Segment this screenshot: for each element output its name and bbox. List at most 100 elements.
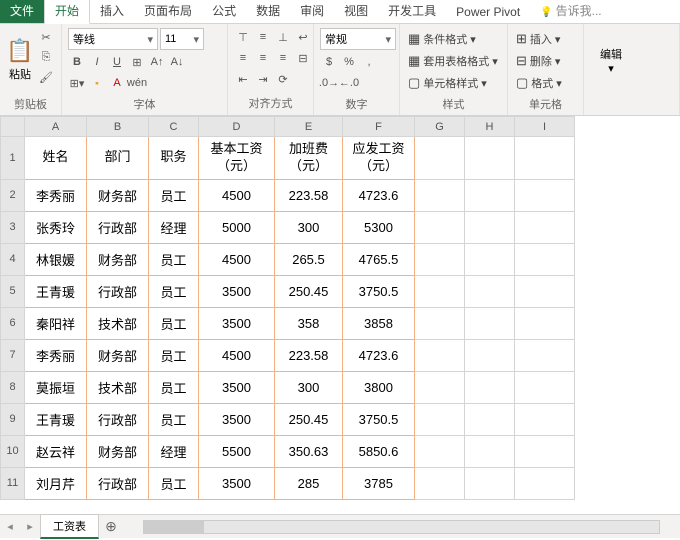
data-cell[interactable]: 3500 <box>199 371 275 403</box>
row-header-3[interactable]: 3 <box>1 211 25 243</box>
cell-style-button[interactable]: ▢单元格样式▾ <box>406 74 489 92</box>
data-cell[interactable]: 行政部 <box>87 403 149 435</box>
data-cell[interactable]: 王青瑗 <box>25 275 87 307</box>
row-header-10[interactable]: 10 <box>1 435 25 467</box>
comma-button[interactable]: , <box>360 53 378 71</box>
data-cell[interactable]: 4723.6 <box>343 179 415 211</box>
font-name-select[interactable]: 等线 <box>68 28 158 50</box>
col-header-C[interactable]: C <box>149 117 199 137</box>
orientation-button[interactable]: ⟳ <box>274 70 292 88</box>
col-header-G[interactable]: G <box>415 117 465 137</box>
data-cell[interactable]: 5850.6 <box>343 435 415 467</box>
data-cell[interactable]: 刘月芹 <box>25 467 87 499</box>
copy-button[interactable]: ⎘ <box>37 48 55 66</box>
tab-file[interactable]: 文件 <box>0 0 44 23</box>
tab-tellme[interactable]: 告诉我... <box>530 0 611 23</box>
data-cell[interactable]: 财务部 <box>87 339 149 371</box>
data-cell[interactable]: 员工 <box>149 307 199 339</box>
data-cell[interactable]: 350.63 <box>275 435 343 467</box>
data-cell[interactable]: 3858 <box>343 307 415 339</box>
align-left-button[interactable]: ≡ <box>234 49 252 67</box>
data-cell[interactable]: 5500 <box>199 435 275 467</box>
data-cell[interactable]: 3500 <box>199 307 275 339</box>
data-cell[interactable]: 赵云祥 <box>25 435 87 467</box>
row-header-6[interactable]: 6 <box>1 307 25 339</box>
bold-button[interactable]: B <box>68 53 86 71</box>
data-cell[interactable]: 250.45 <box>275 403 343 435</box>
data-cell[interactable]: 员工 <box>149 339 199 371</box>
data-cell[interactable]: 3500 <box>199 403 275 435</box>
data-cell[interactable]: 4500 <box>199 179 275 211</box>
row-header-1[interactable]: 1 <box>1 137 25 180</box>
align-right-button[interactable]: ≡ <box>274 49 292 67</box>
sheet-tab-1[interactable]: 工资表 <box>40 514 99 539</box>
insert-cells-button[interactable]: ⊞插入▾ <box>514 30 562 48</box>
data-cell[interactable]: 王青瑗 <box>25 403 87 435</box>
align-bottom-button[interactable]: ⊥ <box>274 28 292 46</box>
header-cell[interactable]: 加班费（元） <box>275 137 343 180</box>
align-middle-button[interactable]: ≡ <box>254 28 272 46</box>
data-cell[interactable]: 技术部 <box>87 307 149 339</box>
row-header-8[interactable]: 8 <box>1 371 25 403</box>
data-cell[interactable]: 张秀玲 <box>25 211 87 243</box>
spreadsheet-grid[interactable]: ABCDEFGHI1姓名部门职务基本工资（元）加班费（元）应发工资（元）2李秀丽… <box>0 116 575 500</box>
data-cell[interactable]: 300 <box>275 211 343 243</box>
data-cell[interactable]: 4500 <box>199 243 275 275</box>
number-format-select[interactable]: 常规 <box>320 28 396 50</box>
data-cell[interactable]: 行政部 <box>87 275 149 307</box>
worksheet-area[interactable]: ABCDEFGHI1姓名部门职务基本工资（元）加班费（元）应发工资（元）2李秀丽… <box>0 116 680 514</box>
tab-review[interactable]: 审阅 <box>290 0 334 23</box>
data-cell[interactable]: 秦阳祥 <box>25 307 87 339</box>
tab-data[interactable]: 数据 <box>246 0 290 23</box>
table-format-button[interactable]: ▦套用表格格式▾ <box>406 52 500 70</box>
tab-formula[interactable]: 公式 <box>202 0 246 23</box>
merge-button[interactable]: ⊟ <box>294 49 312 67</box>
data-cell[interactable]: 员工 <box>149 243 199 275</box>
sheet-next-button[interactable]: ▸ <box>20 520 40 533</box>
tab-insert[interactable]: 插入 <box>90 0 134 23</box>
data-cell[interactable]: 4500 <box>199 339 275 371</box>
grow-font-button[interactable]: A↑ <box>148 53 166 71</box>
data-cell[interactable]: 员工 <box>149 371 199 403</box>
col-header-F[interactable]: F <box>343 117 415 137</box>
col-header-I[interactable]: I <box>515 117 575 137</box>
header-cell[interactable]: 职务 <box>149 137 199 180</box>
row-header-9[interactable]: 9 <box>1 403 25 435</box>
col-header-E[interactable]: E <box>275 117 343 137</box>
data-cell[interactable]: 223.58 <box>275 339 343 371</box>
data-cell[interactable]: 员工 <box>149 275 199 307</box>
data-cell[interactable]: 莫振垣 <box>25 371 87 403</box>
wrap-button[interactable]: ↩ <box>294 28 312 46</box>
row-header-11[interactable]: 11 <box>1 467 25 499</box>
indent-right-button[interactable]: ⇥ <box>254 70 272 88</box>
col-header-B[interactable]: B <box>87 117 149 137</box>
tab-home[interactable]: 开始 <box>44 0 90 24</box>
edit-button[interactable]: 编辑▾ <box>590 28 632 92</box>
data-cell[interactable]: 财务部 <box>87 243 149 275</box>
data-cell[interactable]: 经理 <box>149 435 199 467</box>
align-top-button[interactable]: ⊤ <box>234 28 252 46</box>
delete-cells-button[interactable]: ⊟删除▾ <box>514 52 562 70</box>
tab-dev[interactable]: 开发工具 <box>378 0 446 23</box>
border-button[interactable]: ⊞ <box>128 53 146 71</box>
currency-button[interactable]: $ <box>320 53 338 71</box>
underline-button[interactable]: U <box>108 53 126 71</box>
row-header-4[interactable]: 4 <box>1 243 25 275</box>
header-cell[interactable]: 部门 <box>87 137 149 180</box>
data-cell[interactable]: 3750.5 <box>343 403 415 435</box>
tab-layout[interactable]: 页面布局 <box>134 0 202 23</box>
select-all-corner[interactable] <box>1 117 25 137</box>
conditional-format-button[interactable]: ▦条件格式▾ <box>406 30 478 48</box>
data-cell[interactable]: 223.58 <box>275 179 343 211</box>
data-cell[interactable]: 财务部 <box>87 435 149 467</box>
cut-button[interactable]: ✂ <box>37 28 55 46</box>
col-header-D[interactable]: D <box>199 117 275 137</box>
decrease-decimal-button[interactable]: ←.0 <box>340 74 358 92</box>
row-header-2[interactable]: 2 <box>1 179 25 211</box>
data-cell[interactable]: 员工 <box>149 179 199 211</box>
tab-pivot[interactable]: Power Pivot <box>446 1 530 23</box>
data-cell[interactable]: 300 <box>275 371 343 403</box>
new-sheet-button[interactable]: ⊕ <box>99 518 123 535</box>
paste-button[interactable]: 📋 粘贴 <box>6 28 34 92</box>
data-cell[interactable]: 358 <box>275 307 343 339</box>
